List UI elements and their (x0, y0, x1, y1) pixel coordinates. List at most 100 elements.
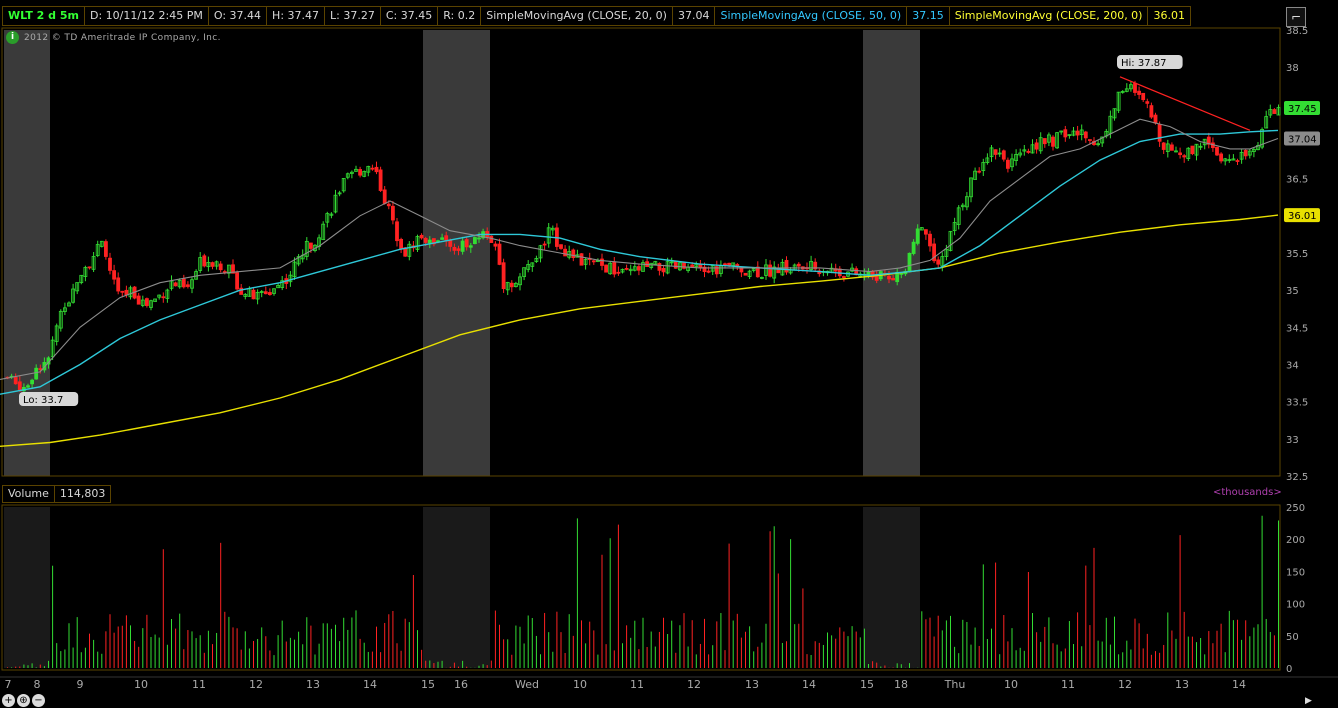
candle-body (497, 243, 502, 265)
candle-body (460, 240, 465, 252)
volume-session-shade-0 (4, 507, 50, 668)
candle-body (842, 276, 846, 278)
sma20-label[interactable]: SimpleMovingAvg (CLOSE, 20, 0) (480, 6, 673, 26)
volume-session-shade-2 (863, 507, 920, 668)
volume-value: 114,803 (53, 485, 112, 503)
x-axis-tick: 12 (249, 678, 263, 691)
candle-body (928, 233, 932, 247)
candle-body (887, 275, 891, 280)
zoom-controls: + ⊕ − (2, 694, 45, 707)
volume-axis-tick: 150 (1286, 567, 1305, 578)
candle-body (706, 270, 711, 273)
candle-body (1026, 150, 1031, 153)
sma200-label[interactable]: SimpleMovingAvg (CLOSE, 200, 0) (948, 6, 1149, 26)
candle-body (1034, 142, 1039, 150)
candle-body (1141, 92, 1146, 101)
candle-body (26, 385, 30, 388)
candle-body (571, 249, 576, 259)
candle-body (1272, 109, 1277, 114)
candle-body (120, 290, 125, 293)
volume-panel-frame (1, 504, 1281, 671)
x-axis-tick: 12 (1118, 678, 1132, 691)
green-info-icon[interactable]: i (6, 31, 19, 44)
candle-body (251, 289, 256, 300)
candle-body (218, 263, 223, 271)
candle-body (637, 266, 641, 271)
candle-body (34, 367, 39, 380)
x-axis-tick: 11 (192, 678, 206, 691)
sma50-value: 37.15 (906, 6, 950, 26)
sma200-line (0, 214, 1279, 447)
candle-body (723, 263, 727, 266)
volume-axis-tick: 100 (1286, 600, 1305, 611)
zoom-out-icon[interactable]: − (32, 694, 45, 707)
session-shade-0 (4, 30, 50, 476)
sma50-line (0, 129, 1279, 395)
candle-body (468, 245, 473, 248)
candle-body (1088, 139, 1092, 141)
price-axis-tick: 35.5 (1286, 249, 1308, 260)
candle-body (386, 203, 391, 207)
chart-settings-button[interactable]: ⌐ (1286, 7, 1306, 27)
candle-body (456, 248, 461, 251)
price-axis-tick: 38 (1286, 63, 1299, 74)
candle-body (1153, 114, 1158, 124)
candle-body (915, 228, 920, 244)
sma20-value: 37.04 (671, 6, 716, 26)
candle-body (698, 264, 703, 269)
candle-body (1001, 150, 1006, 160)
candle-body (378, 169, 383, 191)
zoom-in-icon[interactable]: ⊕ (17, 694, 30, 707)
volume-units-label: <thousands> (1213, 487, 1282, 498)
x-axis-tick: 8 (34, 678, 41, 691)
candle-body (924, 229, 928, 235)
price-volume-chart: 32.53333.53434.53535.53636.53737.53838.5… (0, 26, 1338, 691)
candle-body (185, 284, 190, 287)
candle-body (419, 234, 424, 239)
low-annotation: Lo: 33.7 (23, 395, 63, 406)
scroll-right-icon[interactable]: ▶ (1305, 696, 1312, 706)
candle-body (124, 289, 129, 296)
sma200-value: 36.01 (1147, 6, 1191, 26)
candle-body (374, 166, 379, 173)
candle-body (616, 271, 621, 274)
sma20-line (0, 118, 1279, 380)
candle-body (591, 260, 596, 263)
range-label: R: 0.2 (437, 6, 482, 26)
zoom-fit-icon[interactable]: + (2, 694, 15, 707)
candle-body (493, 243, 498, 247)
price-axis-tick: 35 (1286, 286, 1299, 297)
candle-body (907, 252, 912, 272)
x-axis-tick: 14 (1232, 678, 1246, 691)
copyright-label: 2012 © TD Ameritrade IP Company, Inc. (24, 33, 221, 43)
candle-body (1161, 142, 1166, 150)
candle-body (727, 262, 731, 266)
chart-header: WLT 2 d 5m D: 10/11/12 2:45 PM O: 37.44 … (2, 6, 1191, 26)
candle-body (768, 264, 772, 277)
sma50-label[interactable]: SimpleMovingAvg (CLOSE, 50, 0) (714, 6, 908, 26)
candle-body (38, 368, 43, 371)
x-axis-tick: 16 (454, 678, 468, 691)
candle-body (661, 268, 666, 273)
candle-body (136, 295, 141, 305)
price-axis-tick: 33.5 (1286, 398, 1308, 409)
x-axis-tick: 10 (573, 678, 587, 691)
candle-body (1075, 130, 1080, 136)
symbol-label[interactable]: WLT 2 d 5m (2, 6, 85, 26)
candle-body (452, 246, 457, 251)
candle-body (1178, 152, 1182, 156)
candle-body (673, 261, 678, 269)
volume-label[interactable]: Volume (2, 485, 55, 503)
candle-body (501, 262, 506, 290)
x-axis-tick: 13 (1175, 678, 1189, 691)
candle-body (30, 379, 35, 385)
volume-axis-tick: 0 (1286, 664, 1292, 675)
x-axis-tick: 11 (630, 678, 644, 691)
candle-body (116, 277, 121, 292)
x-axis-tick: 10 (134, 678, 148, 691)
candle-body (936, 259, 941, 265)
session-shade-2 (863, 30, 920, 476)
x-axis-tick: 10 (1004, 678, 1018, 691)
candle-body (899, 273, 904, 275)
candle-body (173, 282, 178, 287)
